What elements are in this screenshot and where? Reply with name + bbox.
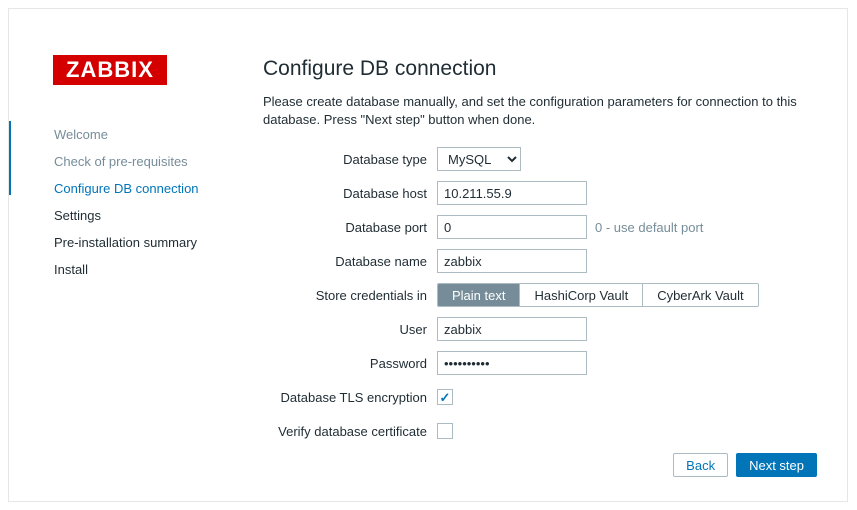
sidebar-item-prereq[interactable]: Check of pre-requisites [44, 148, 244, 175]
db-host-input[interactable] [437, 181, 587, 205]
wizard-footer: Back Next step [673, 453, 817, 477]
label-db-host: Database host [263, 186, 437, 201]
store-creds-segmented: Plain text HashiCorp Vault CyberArk Vaul… [437, 283, 759, 307]
db-port-hint: 0 - use default port [595, 220, 703, 235]
label-db-name: Database name [263, 254, 437, 269]
sidebar-item-db[interactable]: Configure DB connection [44, 175, 244, 202]
sidebar-accent [9, 121, 11, 195]
back-button[interactable]: Back [673, 453, 728, 477]
creds-cyberark[interactable]: CyberArk Vault [642, 284, 757, 306]
label-db-port: Database port [263, 220, 437, 235]
verify-cert-checkbox[interactable] [437, 423, 453, 439]
label-password: Password [263, 356, 437, 371]
content: Configure DB connection Please create da… [263, 57, 823, 453]
sidebar-item-settings[interactable]: Settings [44, 202, 244, 229]
db-type-select[interactable]: MySQL [437, 147, 521, 171]
label-tls: Database TLS encryption [263, 390, 437, 405]
label-verify-cert: Verify database certificate [263, 424, 437, 439]
wizard-sidebar: Welcome Check of pre-requisites Configur… [44, 121, 244, 283]
next-step-button[interactable]: Next step [736, 453, 817, 477]
wizard-frame: ZABBIX Welcome Check of pre-requisites C… [8, 8, 848, 502]
db-port-input[interactable] [437, 215, 587, 239]
page-lead: Please create database manually, and set… [263, 93, 823, 129]
creds-hashicorp[interactable]: HashiCorp Vault [519, 284, 642, 306]
label-user: User [263, 322, 437, 337]
password-input[interactable] [437, 351, 587, 375]
label-db-type: Database type [263, 152, 437, 167]
creds-plain-text[interactable]: Plain text [438, 284, 519, 306]
page-title: Configure DB connection [263, 57, 823, 81]
tls-checkbox[interactable] [437, 389, 453, 405]
zabbix-logo: ZABBIX [53, 55, 167, 85]
sidebar-item-summary[interactable]: Pre-installation summary [44, 229, 244, 256]
db-name-input[interactable] [437, 249, 587, 273]
label-store-creds: Store credentials in [263, 288, 437, 303]
user-input[interactable] [437, 317, 587, 341]
sidebar-item-welcome[interactable]: Welcome [44, 121, 244, 148]
sidebar-item-install[interactable]: Install [44, 256, 244, 283]
